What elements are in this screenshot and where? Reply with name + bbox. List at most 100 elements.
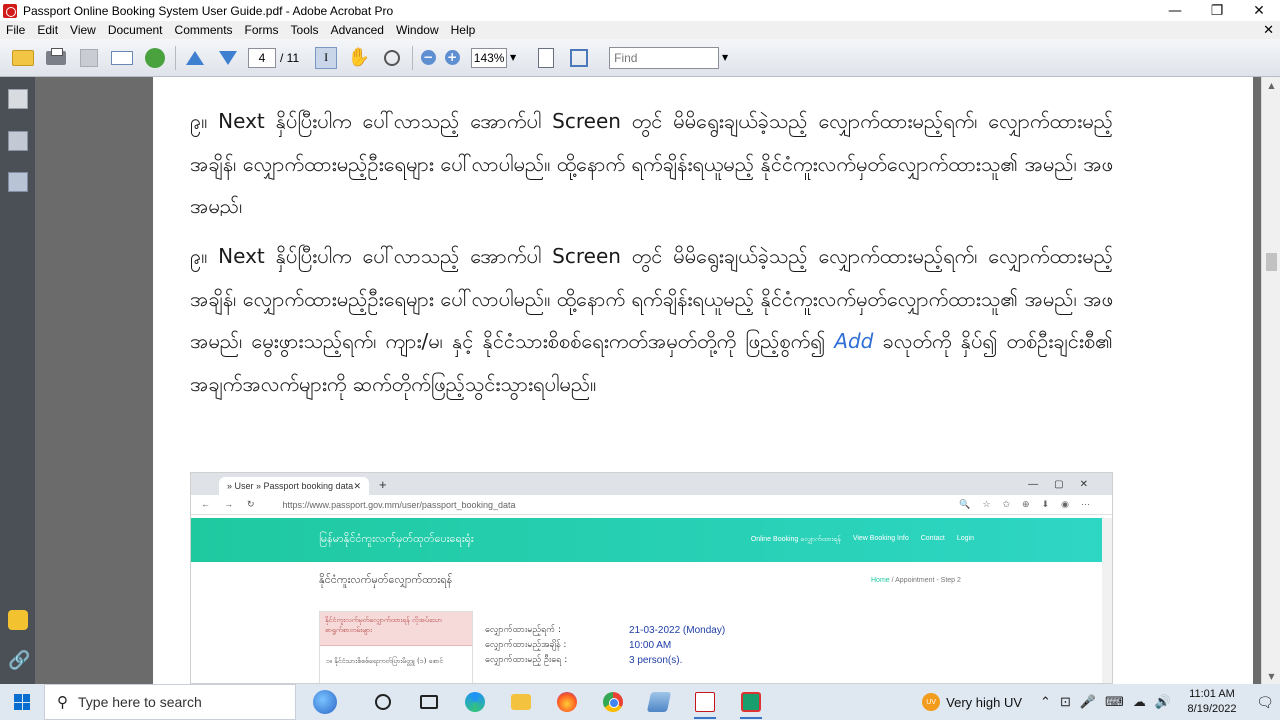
menu-advanced[interactable]: Advanced xyxy=(325,23,390,37)
pdf-page: ၉။ Next နှိပ်ပြီးပါက ပေါ်လာသည့် အောက်ပါ … xyxy=(153,77,1253,684)
file-explorer-icon[interactable] xyxy=(498,684,544,720)
info-value: 3 person(s). xyxy=(629,655,683,666)
zoom-in-icon[interactable]: + xyxy=(443,45,461,71)
find-dropdown-icon[interactable]: ▼ xyxy=(719,48,731,68)
browser-toolbar-icons: 🔍☆✩⊕⬇◉⋯ xyxy=(959,499,1102,509)
save-icon[interactable] xyxy=(76,45,102,71)
scroll-up-icon[interactable]: ▲ xyxy=(1262,77,1280,93)
cloud-icon[interactable]: ☁ xyxy=(1133,694,1146,710)
search-icon: ⚲ xyxy=(57,694,68,711)
bookmarks-panel-icon[interactable] xyxy=(8,131,28,151)
close-button[interactable]: ✕ xyxy=(1238,0,1280,21)
acrobat-window: Passport Online Booking System User Guid… xyxy=(0,0,1280,720)
zoom-dropdown-icon[interactable]: ▼ xyxy=(507,48,519,68)
task-view-icon[interactable] xyxy=(406,684,452,720)
site-nav-view-booking: View Booking Info xyxy=(852,535,909,542)
site-header: မြန်မာနိုင်ငံကူးလက်မှတ်ထုတ်ပေးရေးရုံး On… xyxy=(191,518,1102,562)
menu-forms[interactable]: Forms xyxy=(239,23,285,37)
search-placeholder: Type here to search xyxy=(78,694,202,710)
scrollbar-thumb[interactable] xyxy=(1266,253,1277,271)
menu-view[interactable]: View xyxy=(64,23,102,37)
start-button[interactable] xyxy=(0,684,44,720)
email-icon[interactable] xyxy=(109,45,135,71)
taskbar-search[interactable]: ⚲ Type here to search xyxy=(44,684,296,720)
embedded-scrollbar xyxy=(1102,518,1112,683)
show-hidden-icons-icon[interactable]: ⌃ xyxy=(1040,694,1051,710)
marquee-zoom-icon[interactable] xyxy=(379,45,405,71)
booking-info: လျှောက်ထားမည့်ရက် : 21-03-2022 (Monday) လ… xyxy=(485,623,725,668)
tray-app-icon[interactable]: ⊡ xyxy=(1060,694,1071,710)
minimize-button[interactable]: — xyxy=(1154,0,1196,21)
volume-icon[interactable]: 🔊 xyxy=(1155,694,1171,710)
next-page-icon[interactable] xyxy=(215,45,241,71)
menu-comments[interactable]: Comments xyxy=(169,23,239,37)
keyboard-icon[interactable]: ⌨ xyxy=(1105,694,1124,710)
menu-tools[interactable]: Tools xyxy=(285,23,325,37)
print-icon[interactable] xyxy=(43,45,69,71)
browser-window-controls: —▢✕ xyxy=(1028,478,1104,490)
browser-nav-icons: ←→↻ xyxy=(201,499,269,509)
tab-title: » User » Passport booking data xyxy=(227,481,354,491)
booking-info-row: လျှောက်ထားမည့်အချိန် : 10:00 AM xyxy=(485,638,725,653)
page-number-input[interactable]: 4 xyxy=(248,47,276,68)
tool-icon[interactable] xyxy=(636,684,682,720)
comments-panel-icon[interactable] xyxy=(8,610,28,630)
previous-page-icon[interactable] xyxy=(182,45,208,71)
search-highlight-icon[interactable] xyxy=(290,687,360,717)
scroll-down-icon[interactable]: ▼ xyxy=(1262,668,1280,684)
info-label: လျှောက်ထားမည့်ရက် : xyxy=(485,625,562,635)
info-label: လျှောက်ထားမည့်အချိန် : xyxy=(485,640,567,650)
windows-logo-icon xyxy=(14,694,30,710)
new-tab-icon: + xyxy=(379,476,387,492)
restore-button[interactable]: ❐ xyxy=(1196,0,1238,21)
find-input[interactable]: Find xyxy=(609,46,720,69)
tab-close-icon: ✕ xyxy=(353,480,361,491)
menu-file[interactable]: File xyxy=(0,23,31,37)
microphone-icon[interactable]: 🎤 xyxy=(1080,694,1096,710)
hand-tool-icon[interactable]: ✋ xyxy=(346,45,372,71)
menu-window[interactable]: Window xyxy=(390,23,445,37)
zoom-level-input[interactable]: 143% xyxy=(471,47,508,68)
select-text-icon[interactable]: I xyxy=(313,45,339,71)
info-value: 10:00 AM xyxy=(629,640,672,651)
chrome-icon[interactable] xyxy=(590,684,636,720)
browser-url: https://www.passport.gov.mm/user/passpor… xyxy=(282,499,516,510)
notification-icon[interactable]: 🗨 xyxy=(1250,694,1280,711)
menu-document[interactable]: Document xyxy=(102,23,169,37)
menu-help[interactable]: Help xyxy=(445,23,482,37)
cortana-icon[interactable] xyxy=(360,684,406,720)
window-title: Passport Online Booking System User Guid… xyxy=(23,3,394,18)
acrobat-icon[interactable] xyxy=(682,684,728,720)
card-item: ၁။ နိုင်ငံသားစိစစ်ရေးကတ်ပြားမိတ္တူ (၁) စ… xyxy=(326,657,444,665)
open-folder-icon[interactable] xyxy=(10,45,36,71)
weather-text[interactable]: Very high UV xyxy=(946,695,1022,710)
booking-info-row: လျှောက်ထားမည့် ဦးရေ : 3 person(s). xyxy=(485,653,725,668)
edge-icon[interactable] xyxy=(452,684,498,720)
clock[interactable]: 11:01 AM 8/19/2022 xyxy=(1180,687,1244,717)
screen-recorder-icon[interactable] xyxy=(728,684,774,720)
collaborate-icon[interactable] xyxy=(142,45,168,71)
site-nav-login: Login xyxy=(956,535,974,542)
fit-page-icon[interactable] xyxy=(533,45,559,71)
site-nav: Online Booking လျှောက်ထားရန် View Bookin… xyxy=(751,535,974,545)
windows-taskbar: ⚲ Type here to search UV Very high UV ⌃ … xyxy=(0,684,1280,720)
firefox-icon[interactable] xyxy=(544,684,590,720)
info-value: 21-03-2022 (Monday) xyxy=(629,625,726,636)
signatures-panel-icon[interactable] xyxy=(8,172,28,192)
vertical-scrollbar[interactable]: ▲ ▼ xyxy=(1261,77,1280,684)
full-screen-icon[interactable] xyxy=(566,45,592,71)
zoom-out-icon[interactable]: − xyxy=(419,45,437,71)
weather-uv-icon[interactable]: UV xyxy=(922,693,941,711)
site-breadcrumb: Home / Appointment - Step 2 xyxy=(871,577,961,584)
paragraph-step9: ၉။ Next နှိပ်ပြီးပါက ပေါ်လာသည့် အောက်ပါ … xyxy=(190,235,1113,405)
attachments-panel-icon[interactable]: 🔗 xyxy=(8,650,30,671)
document-viewport[interactable]: ၉။ Next နှိပ်ပြီးပါက ပေါ်လာသည့် အောက်ပါ … xyxy=(35,77,1261,684)
menu-edit[interactable]: Edit xyxy=(31,23,64,37)
booking-info-row: လျှောက်ထားမည့်ရက် : 21-03-2022 (Monday) xyxy=(485,623,725,638)
embedded-screenshot: » User » Passport booking data ✕ + —▢✕ ←… xyxy=(190,472,1113,684)
close-document-icon[interactable]: ✕ xyxy=(1263,22,1274,38)
clock-date: 8/19/2022 xyxy=(1187,703,1237,715)
browser-address-bar: ←→↻ https://www.passport.gov.mm/user/pas… xyxy=(191,495,1112,515)
pages-panel-icon[interactable] xyxy=(8,89,28,109)
paragraph-step9-partial: ၉။ Next နှိပ်ပြီးပါက ပေါ်လာသည့် အောက်ပါ … xyxy=(190,109,1113,216)
